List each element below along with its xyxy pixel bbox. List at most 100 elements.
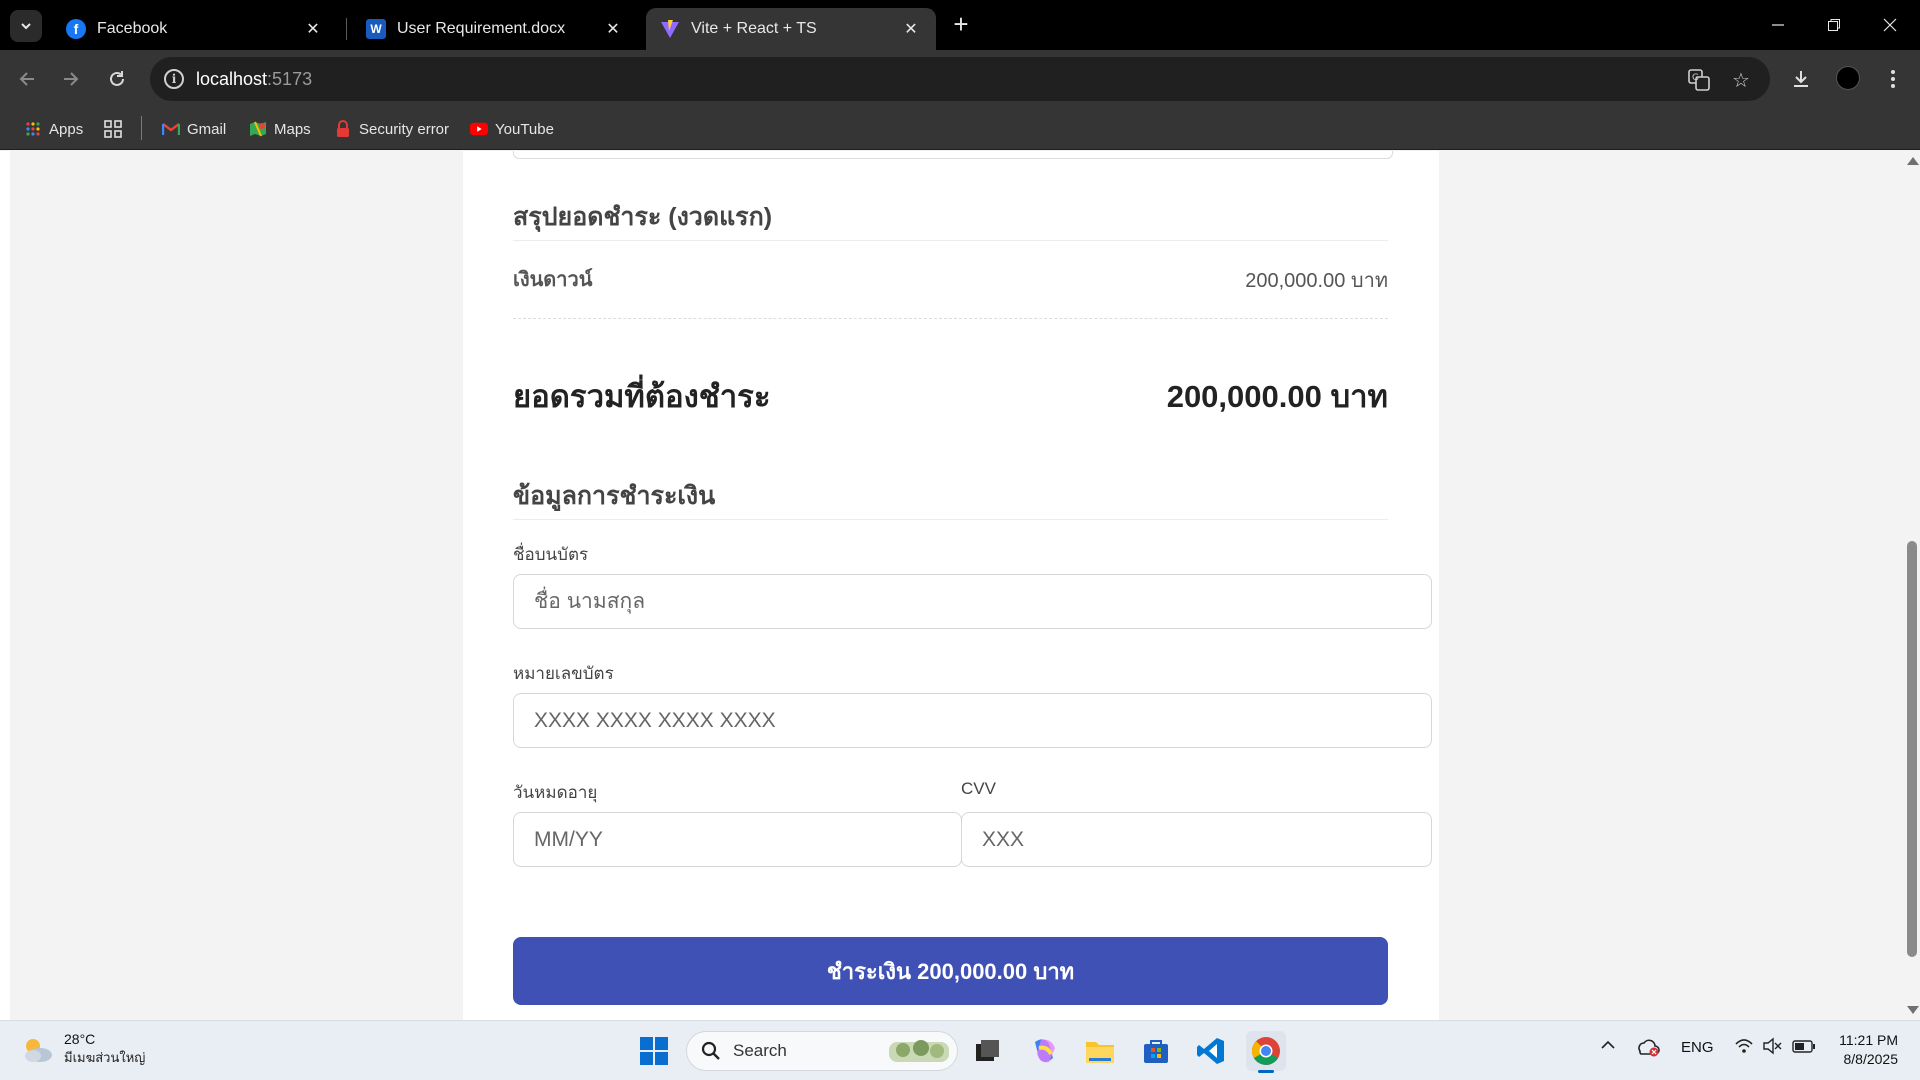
- copilot-icon: [1035, 1039, 1055, 1063]
- task-view-button[interactable]: [968, 1031, 1008, 1071]
- summary-dashed-divider: [513, 318, 1388, 319]
- chevron-down-icon: [21, 23, 31, 30]
- bookmark-apps[interactable]: Apps: [24, 117, 83, 141]
- reload-icon: [110, 71, 124, 86]
- clock-date: 8/8/2025: [1843, 1051, 1899, 1067]
- expiry-input[interactable]: MM/YY: [513, 812, 962, 867]
- bookmark-youtube[interactable]: YouTube: [470, 117, 554, 141]
- wifi-icon[interactable]: [1734, 1037, 1754, 1059]
- tab-facebook[interactable]: f Facebook ✕: [52, 8, 338, 50]
- tab-strip: f Facebook ✕ W User Requirement.docx ✕ V…: [0, 0, 1920, 50]
- bookmark-label: Maps: [274, 120, 311, 138]
- cvv-label: CVV: [961, 779, 996, 798]
- bookmark-label: YouTube: [495, 120, 554, 138]
- card-number-input[interactable]: XXXX XXXX XXXX XXXX: [513, 693, 1432, 748]
- page-viewport: สรุปยอดชำระ (งวดแรก) เงินดาวน์ 200,000.0…: [0, 151, 1904, 1020]
- card-name-label: ชื่อบนบัตร: [513, 545, 589, 564]
- close-tab-icon[interactable]: ✕: [900, 18, 922, 40]
- total-label: ยอดรวมที่ต้องชำระ: [513, 379, 771, 414]
- bookmark-star-icon[interactable]: ☆: [1728, 67, 1754, 93]
- cvv-input[interactable]: XXX: [961, 812, 1432, 867]
- gmail-icon: [162, 120, 180, 138]
- folder-icon: [1086, 1042, 1114, 1063]
- tab-user-requirement[interactable]: W User Requirement.docx ✕: [352, 8, 638, 50]
- bookmark-security-error[interactable]: Security error: [334, 117, 449, 141]
- down-payment-label: เงินดาวน์: [513, 269, 593, 291]
- search-placeholder: Search: [733, 1041, 787, 1060]
- tray-overflow-icon[interactable]: [1600, 1037, 1616, 1057]
- minimize-icon: [1772, 24, 1784, 26]
- windows-taskbar: 28°C มีเมฆส่วนใหญ่ Search ENG 11:21 PM 8…: [0, 1020, 1920, 1080]
- weather-temp: 28°C: [64, 1031, 96, 1047]
- word-icon: W: [366, 19, 386, 39]
- payment-title: ข้อมูลการชำระเงิน: [513, 482, 716, 510]
- scroll-up-arrow-icon[interactable]: [1907, 157, 1919, 165]
- bookmark-gmail[interactable]: Gmail: [162, 117, 226, 141]
- site-info-icon[interactable]: i: [164, 69, 184, 89]
- copilot-button[interactable]: [1024, 1031, 1064, 1071]
- tab-title: Facebook: [97, 20, 168, 37]
- close-window-button[interactable]: [1862, 0, 1918, 50]
- arrow-left-icon: [19, 72, 34, 86]
- battery-icon[interactable]: [1792, 1037, 1816, 1059]
- expiry-label: วันหมดอายุ: [513, 783, 598, 802]
- taskbar-search[interactable]: Search: [686, 1031, 958, 1071]
- tab-vite[interactable]: Vite + React + TS ✕: [646, 8, 936, 50]
- address-bar[interactable]: i localhost:5173 G ☆: [150, 57, 1770, 101]
- bookmark-label: Apps: [49, 120, 84, 138]
- restore-button[interactable]: [1806, 0, 1862, 50]
- svg-text:G: G: [1692, 73, 1699, 83]
- chrome-button[interactable]: [1246, 1031, 1286, 1073]
- translate-icon[interactable]: G: [1686, 67, 1712, 93]
- store-icon: [1144, 1040, 1168, 1063]
- previous-input-field[interactable]: [513, 151, 1393, 159]
- scrollbar-thumb[interactable]: [1907, 541, 1917, 957]
- pay-button[interactable]: ชำระเงิน 200,000.00 บาท: [513, 937, 1388, 1005]
- profile-avatar[interactable]: [1836, 66, 1860, 90]
- bookmark-label: Security error: [359, 120, 450, 138]
- system-clock[interactable]: 11:21 PM 8/8/2025: [1828, 1031, 1898, 1069]
- summary-divider: [513, 240, 1388, 241]
- onedrive-error-icon[interactable]: [1636, 1037, 1660, 1061]
- browser-toolbar: i localhost:5173 G ☆: [0, 50, 1920, 108]
- bookmarks-bar: Apps Gmail Maps Security error YouTube: [0, 108, 1920, 150]
- weather-widget[interactable]: 28°C มีเมฆส่วนใหญ่: [20, 1031, 145, 1068]
- speaker-muted-icon[interactable]: [1762, 1037, 1782, 1059]
- minimize-button[interactable]: [1750, 0, 1806, 50]
- menu-button[interactable]: [1876, 62, 1910, 96]
- facebook-icon: f: [66, 19, 86, 39]
- file-explorer-button[interactable]: [1080, 1031, 1120, 1071]
- close-icon: [1883, 18, 1897, 32]
- search-highlight-icon: [889, 1040, 949, 1062]
- start-button[interactable]: [634, 1031, 674, 1071]
- language-indicator[interactable]: ENG: [1681, 1039, 1714, 1056]
- bookmark-maps[interactable]: Maps: [249, 117, 311, 141]
- reload-button[interactable]: [100, 62, 134, 96]
- clock-time: 11:21 PM: [1839, 1032, 1898, 1048]
- active-app-indicator: [1258, 1070, 1274, 1073]
- close-tab-icon[interactable]: ✕: [602, 18, 624, 40]
- more-vert-icon: [1891, 70, 1895, 88]
- tab-groups-button[interactable]: [104, 117, 129, 141]
- ms-store-button[interactable]: [1136, 1031, 1176, 1071]
- page-scrollbar[interactable]: [1904, 151, 1920, 1020]
- forward-button[interactable]: [54, 62, 88, 96]
- vite-icon: [660, 19, 680, 39]
- scroll-down-arrow-icon[interactable]: [1907, 1006, 1919, 1014]
- maps-icon: [249, 120, 267, 138]
- chrome-icon: [1252, 1037, 1280, 1065]
- close-tab-icon[interactable]: ✕: [302, 18, 324, 40]
- tab-title: Vite + React + TS: [691, 20, 817, 37]
- vscode-icon: [1197, 1038, 1224, 1064]
- new-tab-button[interactable]: +: [948, 11, 974, 38]
- vscode-button[interactable]: [1191, 1031, 1231, 1071]
- security-error-icon: [334, 120, 352, 138]
- downloads-button[interactable]: [1784, 62, 1818, 96]
- url-text[interactable]: localhost:5173: [196, 69, 312, 90]
- restore-icon: [1828, 19, 1840, 31]
- youtube-icon: [470, 120, 488, 138]
- card-name-input[interactable]: ชื่อ นามสกุล: [513, 574, 1432, 629]
- down-payment-value: 200,000.00 บาท: [1245, 270, 1388, 292]
- tab-search-button[interactable]: [10, 10, 42, 42]
- back-button[interactable]: [10, 62, 44, 96]
